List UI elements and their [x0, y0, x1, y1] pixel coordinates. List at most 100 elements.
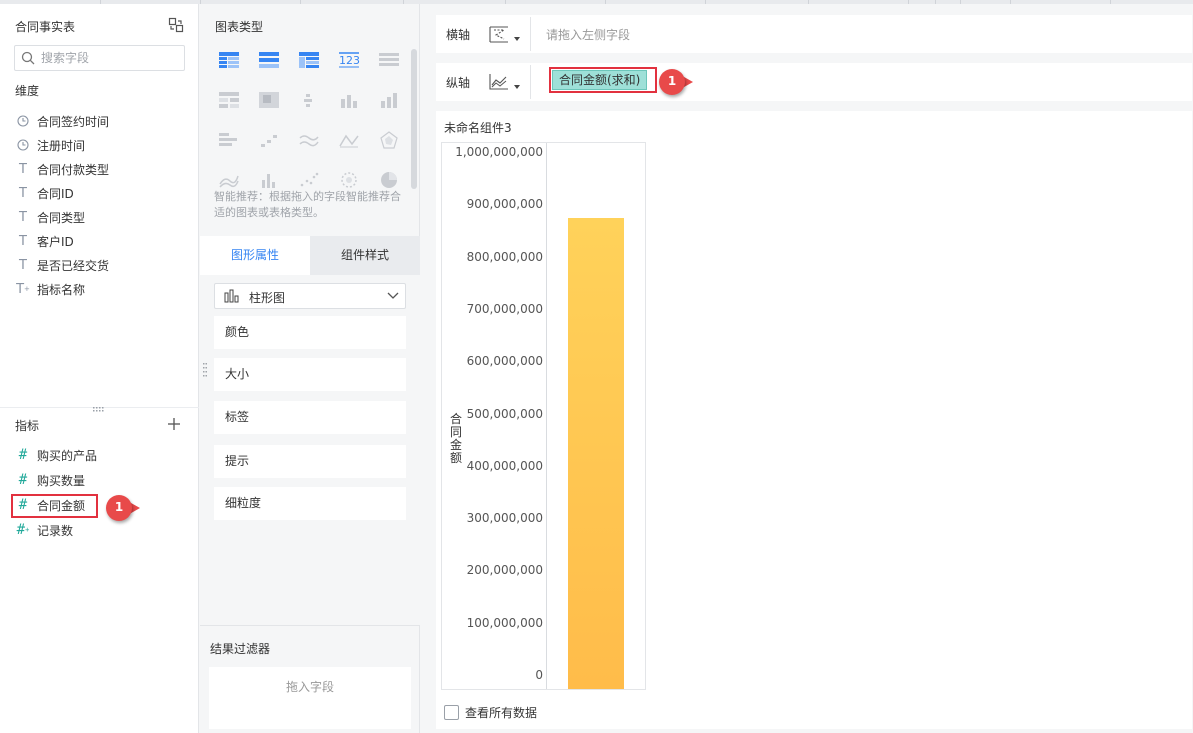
field-label: 购买数量: [37, 473, 86, 488]
bar[interactable]: [568, 218, 624, 689]
resize-handle-icon[interactable]: [92, 406, 106, 412]
text-calc-icon: T +: [16, 281, 30, 297]
field-label: 客户ID: [37, 234, 74, 249]
panel-drag-handle-icon[interactable]: [203, 363, 207, 377]
chart-type-cross-table-icon[interactable]: [295, 48, 323, 72]
property-tabs: 图形属性 组件样式: [200, 236, 420, 275]
chart-type-radar-icon[interactable]: [375, 128, 403, 152]
field-label: 合同付款类型: [37, 162, 110, 177]
property-color[interactable]: 颜色: [214, 316, 406, 349]
measure-field-record-count[interactable]: # + 记录数: [14, 519, 73, 541]
chart-type-group-table-icon[interactable]: [255, 48, 283, 72]
component-title[interactable]: 未命名组件3: [444, 119, 512, 136]
see-all-label: 查看所有数据: [465, 706, 538, 720]
measures-header: 指标: [15, 419, 40, 433]
y-tick-label: 400,000,000: [466, 458, 543, 473]
chart-type-step-icon[interactable]: [255, 128, 283, 152]
clock-icon: [14, 136, 32, 154]
hash-icon: #: [18, 447, 28, 463]
result-filter-title: 结果过滤器: [210, 642, 271, 656]
callout-badge: 1: [106, 495, 140, 521]
hash-icon: #: [18, 472, 28, 488]
chart-type-table-icon[interactable]: [215, 48, 243, 72]
chart-type-scrollbar[interactable]: [411, 49, 417, 189]
dimensions-header: 维度: [15, 84, 40, 98]
chart-editor: 横轴 请拖入左侧字段 纵轴 合同金额(求和) 1 未命名组件3 合同金额 0 10…: [421, 4, 1193, 733]
switch-table-icon[interactable]: [168, 17, 184, 33]
y-axis-type-icon[interactable]: [488, 72, 510, 92]
y-tick-label: 900,000,000: [466, 197, 543, 212]
dimension-field-delivered[interactable]: T 是否已经交货: [14, 254, 109, 276]
x-axis-shelf[interactable]: 横轴 请拖入左侧字段: [436, 15, 1192, 53]
y-axis-title: 合同金额: [450, 412, 463, 465]
dimension-field-contract-id[interactable]: T 合同ID: [14, 182, 74, 204]
y-tick-label: 600,000,000: [466, 354, 543, 369]
y-tick-label: 0: [535, 668, 543, 682]
field-label: 合同ID: [37, 186, 74, 201]
add-measure-icon[interactable]: [167, 417, 181, 431]
y-tick-label: 100,000,000: [466, 615, 543, 630]
chart-component: 未命名组件3 合同金额 0 100,000,000 200,000,000 300,0…: [436, 111, 1192, 729]
dimension-field-signing-time[interactable]: 合同签约时间: [14, 110, 109, 132]
tab-component-style[interactable]: 组件样式: [310, 236, 420, 275]
measure-field-quantity[interactable]: # 购买数量: [14, 469, 85, 491]
x-axis-label: 横轴: [446, 28, 471, 42]
y-axis-shelf[interactable]: 纵轴 合同金额(求和) 1: [436, 63, 1192, 101]
graph-properties: 柱形图 颜色 大小 标签 提示 细粒度: [200, 275, 420, 625]
plot-area: 合同金额 0 100,000,000 200,000,000 300,000,000 4…: [441, 142, 646, 690]
chart-types-title: 图表类型: [215, 20, 264, 34]
y-axis-line: [546, 143, 547, 689]
dimension-field-register-time[interactable]: 注册时间: [14, 134, 85, 156]
x-axis-type-icon[interactable]: [488, 24, 510, 44]
chart-type-line-icon[interactable]: [295, 128, 323, 152]
contract-amount-highlight: [11, 494, 98, 518]
search-icon: [21, 51, 35, 65]
chevron-down-icon: [387, 292, 399, 299]
chart-config-panel: 图表类型 123 智能推荐：根据拖入的字段智能推荐合适的图表或表格类型。 图形属…: [200, 4, 420, 733]
chart-type-detail-icon[interactable]: [375, 48, 403, 72]
measure-field-products[interactable]: # 购买的产品: [14, 444, 97, 466]
smart-recommend-hint: 智能推荐：根据拖入的字段智能推荐合适的图表或表格类型。: [214, 190, 401, 219]
chart-type-select[interactable]: 柱形图: [214, 283, 406, 309]
filter-drop-zone[interactable]: 拖入字段: [209, 667, 411, 729]
chart-type-kpi-icon[interactable]: 123: [335, 48, 363, 72]
field-panel: 合同事实表 维度 合同签约时间 注册时间 T 合同付款类型 T 合同ID T 合…: [0, 4, 199, 733]
chart-type-hbar-icon[interactable]: [215, 128, 243, 152]
field-search[interactable]: [14, 45, 185, 71]
text-icon: T: [19, 257, 27, 273]
property-label[interactable]: 标签: [214, 401, 406, 434]
dimension-field-payment-type[interactable]: T 合同付款类型: [14, 158, 109, 180]
property-granularity[interactable]: 细粒度: [214, 487, 406, 520]
filter-separator: [200, 625, 420, 626]
chart-type-bar-icon[interactable]: [335, 88, 363, 112]
y-tick-label: 1,000,000,000: [455, 145, 543, 159]
x-axis-dropdown-icon[interactable]: [514, 37, 520, 41]
chart-type-heatmap-icon[interactable]: [255, 88, 283, 112]
clock-icon: [14, 112, 32, 130]
svg-text:123: 123: [339, 54, 360, 67]
dimension-field-customer-id[interactable]: T 客户ID: [14, 230, 74, 252]
chart-type-dot-bar-icon[interactable]: [295, 88, 323, 112]
chart-type-area-line-icon[interactable]: [335, 128, 363, 152]
see-all-checkbox[interactable]: [444, 705, 459, 720]
hash-calc-icon: # +: [16, 522, 30, 538]
see-all-data[interactable]: 查看所有数据: [444, 704, 537, 721]
y-axis-dropdown-icon[interactable]: [514, 85, 520, 89]
property-size[interactable]: 大小: [214, 358, 406, 391]
callout-badge: 1: [659, 69, 693, 95]
property-tooltip[interactable]: 提示: [214, 445, 406, 478]
tab-graph-properties[interactable]: 图形属性: [200, 236, 310, 275]
dimension-field-indicator-name[interactable]: T + 指标名称: [14, 278, 85, 300]
field-label: 是否已经交货: [37, 258, 110, 273]
chart-type-stacked-bar-icon[interactable]: [375, 88, 403, 112]
chart-type-grid-icon[interactable]: [215, 88, 243, 112]
y-tick-label: 500,000,000: [466, 406, 543, 421]
y-tick-label: 700,000,000: [466, 301, 543, 316]
text-icon: T: [19, 233, 27, 249]
field-label: 注册时间: [37, 138, 86, 153]
table-title: 合同事实表: [15, 20, 76, 34]
search-input[interactable]: [41, 49, 181, 67]
y-tick-label: 200,000,000: [466, 563, 543, 578]
dimension-field-contract-type[interactable]: T 合同类型: [14, 206, 85, 228]
y-axis-label: 纵轴: [446, 76, 471, 90]
